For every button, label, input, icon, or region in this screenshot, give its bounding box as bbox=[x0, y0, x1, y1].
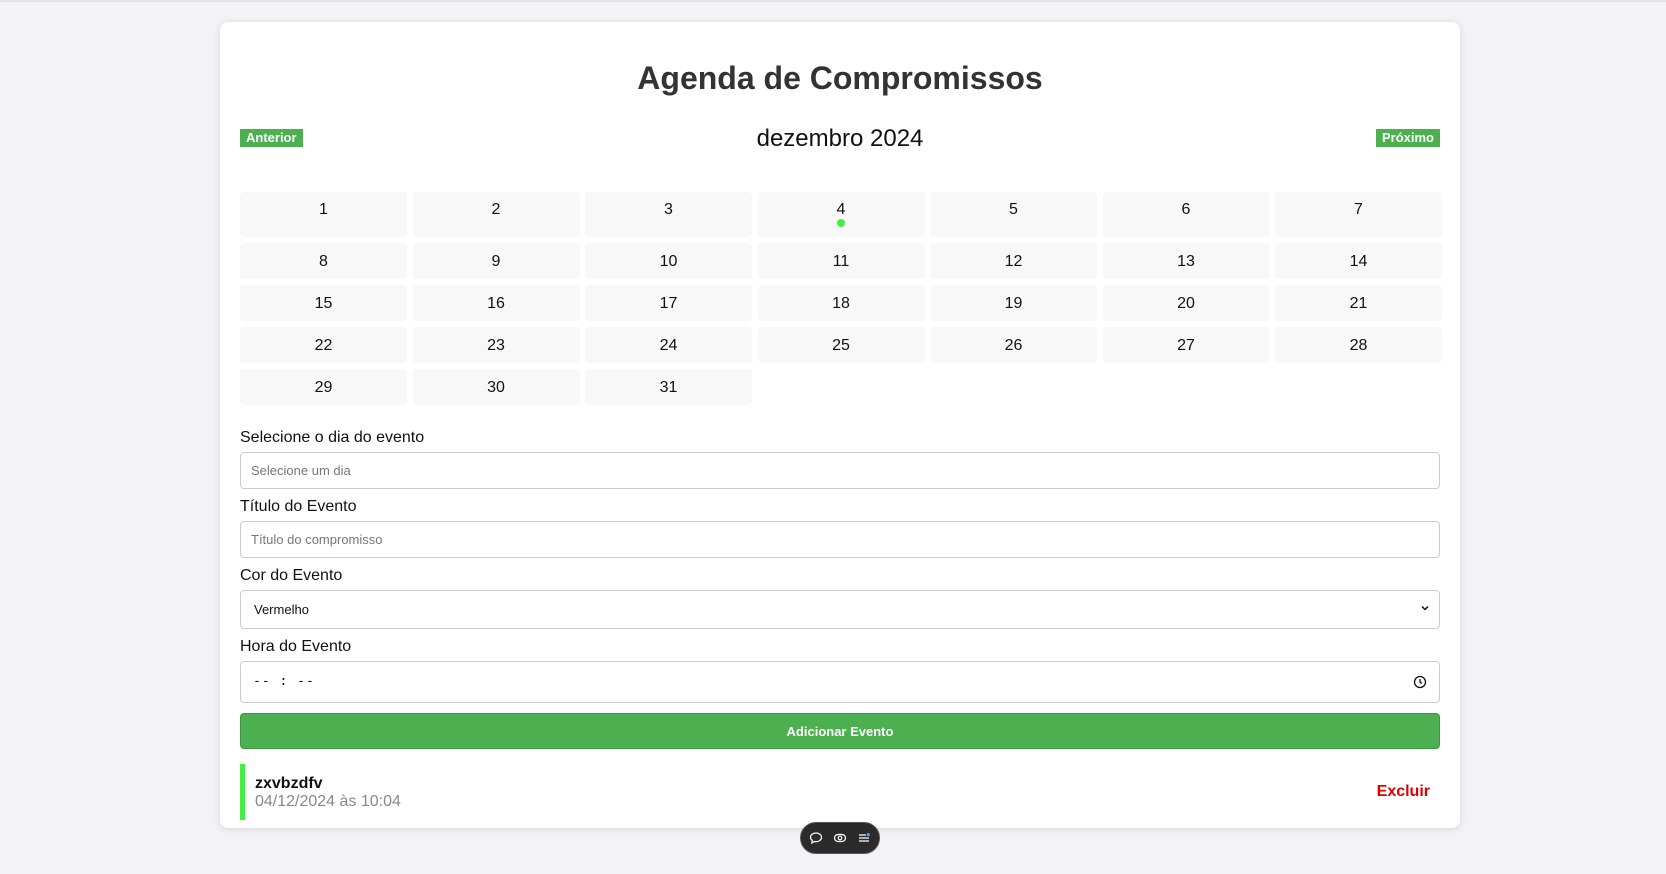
calendar-day[interactable]: 18 bbox=[757, 285, 925, 321]
day-number: 25 bbox=[832, 337, 850, 354]
chevron-down-icon bbox=[1421, 605, 1429, 611]
calendar-day[interactable]: 30 bbox=[412, 369, 580, 405]
calendar-day[interactable]: 17 bbox=[585, 285, 752, 321]
add-event-button[interactable]: Adicionar Evento bbox=[240, 713, 1440, 749]
day-number: 2 bbox=[491, 201, 501, 218]
day-number: 17 bbox=[659, 295, 678, 312]
event-title-input[interactable] bbox=[240, 521, 1440, 558]
calendar-day[interactable]: 14 bbox=[1275, 243, 1442, 279]
calendar-day[interactable]: 9 bbox=[412, 243, 580, 279]
calendar-day[interactable]: 21 bbox=[1275, 285, 1442, 321]
day-number: 9 bbox=[491, 253, 501, 270]
event-item: zxvbzdfv 04/12/2024 às 10:04 Excluir bbox=[240, 764, 1440, 820]
calendar-day[interactable]: 28 bbox=[1275, 327, 1442, 363]
page-title: Agenda de Compromissos bbox=[637, 60, 1043, 96]
calendar-day[interactable]: 27 bbox=[1102, 327, 1270, 363]
calendar-day[interactable]: 19 bbox=[930, 285, 1097, 321]
day-number: 28 bbox=[1349, 337, 1368, 354]
calendar-day[interactable]: 2 bbox=[412, 192, 580, 237]
calendar-day-with-event[interactable]: 4 bbox=[757, 192, 925, 237]
day-number: 7 bbox=[1354, 201, 1363, 218]
day-number: 22 bbox=[314, 337, 333, 354]
floating-toolbar bbox=[800, 822, 880, 854]
calendar-day[interactable]: 23 bbox=[412, 327, 580, 363]
calendar-day[interactable]: 3 bbox=[585, 192, 752, 237]
event-title: zxvbzdfv bbox=[255, 775, 323, 792]
event-datetime: 04/12/2024 às 10:04 bbox=[255, 793, 401, 810]
agenda-card: Agenda de Compromissos Anterior dezembro… bbox=[220, 22, 1460, 828]
event-color-select[interactable]: Vermelho bbox=[240, 590, 1440, 629]
day-number: 16 bbox=[487, 295, 505, 312]
day-number: 21 bbox=[1349, 295, 1368, 312]
day-number: 6 bbox=[1181, 201, 1191, 218]
calendar-day[interactable]: 12 bbox=[930, 243, 1097, 279]
calendar-day[interactable]: 26 bbox=[930, 327, 1097, 363]
day-number: 12 bbox=[1004, 253, 1023, 270]
calendar-day[interactable]: 31 bbox=[585, 369, 752, 405]
calendar-day[interactable]: 6 bbox=[1102, 192, 1270, 237]
day-input[interactable] bbox=[240, 452, 1440, 489]
calendar-day[interactable]: 7 bbox=[1275, 192, 1442, 237]
color-select-value: Vermelho bbox=[254, 602, 309, 617]
event-form: Selecione o dia do evento Título do Even… bbox=[240, 428, 1440, 749]
day-number: 24 bbox=[659, 337, 678, 354]
calendar-day[interactable]: 15 bbox=[240, 285, 407, 321]
day-number: 23 bbox=[487, 337, 505, 354]
day-number: 19 bbox=[1004, 295, 1023, 312]
calendar-day[interactable]: 22 bbox=[240, 327, 407, 363]
chat-icon[interactable] bbox=[809, 831, 823, 845]
window-top-border bbox=[0, 0, 1666, 2]
event-list: zxvbzdfv 04/12/2024 às 10:04 Excluir bbox=[240, 764, 1440, 820]
day-number: 14 bbox=[1349, 253, 1368, 270]
day-number: 31 bbox=[659, 379, 678, 396]
next-month-button[interactable]: Próximo bbox=[1375, 129, 1440, 147]
title-field-label: Título do Evento bbox=[240, 498, 357, 515]
calendar-day[interactable]: 20 bbox=[1102, 285, 1270, 321]
day-number: 10 bbox=[659, 253, 678, 270]
day-number: 4 bbox=[836, 201, 846, 218]
day-number: 27 bbox=[1177, 337, 1195, 354]
day-number: 18 bbox=[832, 295, 850, 312]
day-number: 5 bbox=[1009, 201, 1018, 218]
calendar-day[interactable]: 8 bbox=[240, 243, 407, 279]
color-field-label: Cor do Evento bbox=[240, 567, 343, 584]
day-number: 13 bbox=[1177, 253, 1195, 270]
calendar-day[interactable]: 16 bbox=[412, 285, 580, 321]
list-settings-icon[interactable] bbox=[857, 831, 871, 845]
calendar-day[interactable]: 5 bbox=[930, 192, 1097, 237]
event-indicator-dot bbox=[837, 219, 845, 227]
calendar-day[interactable]: 13 bbox=[1102, 243, 1270, 279]
eye-icon[interactable] bbox=[833, 831, 847, 845]
calendar-day[interactable]: 25 bbox=[757, 327, 925, 363]
day-number: 1 bbox=[319, 201, 328, 218]
clock-icon[interactable] bbox=[1413, 675, 1427, 689]
month-label: dezembro 2024 bbox=[756, 125, 924, 152]
day-number: 15 bbox=[314, 295, 333, 312]
day-number: 8 bbox=[319, 253, 328, 270]
time-field-label: Hora do Evento bbox=[240, 638, 352, 655]
delete-event-button[interactable]: Excluir bbox=[1377, 782, 1430, 802]
calendar-day[interactable]: 24 bbox=[585, 327, 752, 363]
event-time-input[interactable]: -- : -- bbox=[240, 661, 1440, 703]
day-number: 30 bbox=[487, 379, 505, 396]
day-field-label: Selecione o dia do evento bbox=[240, 429, 425, 446]
calendar-day[interactable]: 11 bbox=[757, 243, 925, 279]
day-number: 20 bbox=[1177, 295, 1195, 312]
day-number: 26 bbox=[1004, 337, 1023, 354]
calendar-day[interactable]: 1 bbox=[240, 192, 407, 237]
calendar-day[interactable]: 29 bbox=[240, 369, 407, 405]
day-number: 3 bbox=[664, 201, 673, 218]
day-number: 11 bbox=[832, 253, 850, 270]
time-input-value: -- : -- bbox=[253, 674, 315, 689]
calendar-grid: 1 2 3 4 5 6 7 8 9 10 11 12 13 14 15 16 1… bbox=[240, 192, 1442, 405]
day-number: 29 bbox=[314, 379, 333, 396]
calendar-day[interactable]: 10 bbox=[585, 243, 752, 279]
